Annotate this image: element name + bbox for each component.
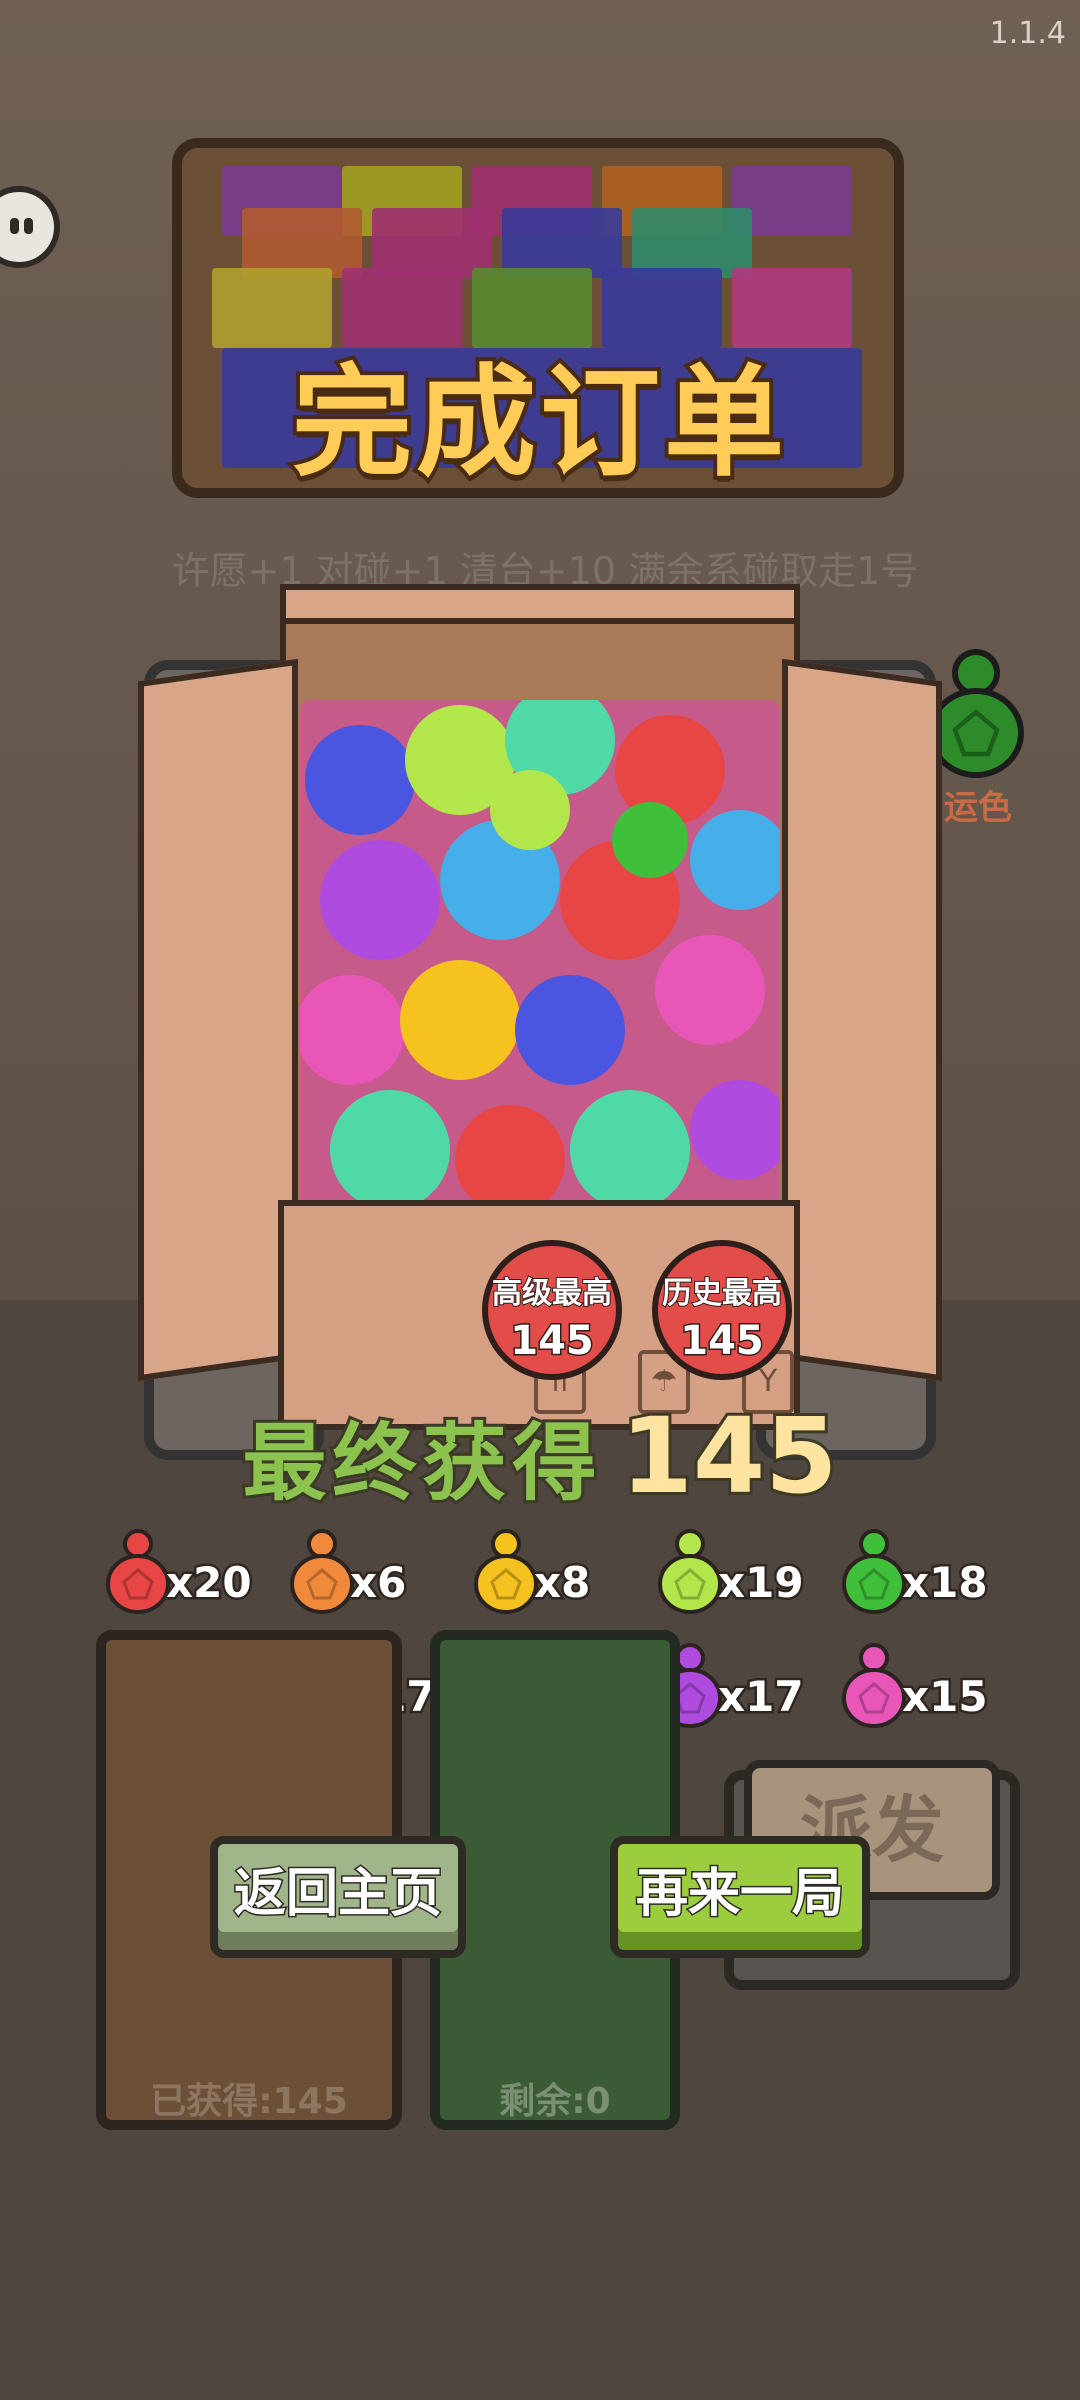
turtle-count-item: x18	[834, 1526, 1014, 1622]
final-result: 最终获得 145	[0, 1392, 1080, 1520]
lucky-color-label: 运色	[944, 788, 1012, 828]
play-again-button[interactable]: 再来一局	[610, 1836, 870, 1958]
turtle-count-value: x17	[716, 1670, 807, 1724]
turtle-count-value: x6	[347, 1556, 408, 1610]
turtle-count-value: x19	[716, 1556, 807, 1610]
box-flap-right	[782, 658, 942, 1382]
box-flap-left	[138, 658, 298, 1382]
turtle-count-value: x18	[900, 1556, 991, 1610]
version-label: 1.1.4	[989, 16, 1066, 51]
turtle-count-item: x15	[834, 1640, 1014, 1736]
turtle-count-item: x19	[650, 1526, 830, 1622]
turtle-count-value: x15	[900, 1670, 991, 1724]
turtle-count-value: x8	[531, 1556, 592, 1610]
order-complete-title: 完成订单	[288, 350, 788, 497]
box-flap-top	[280, 584, 800, 624]
turtle-count-value: x20	[164, 1556, 255, 1610]
turtle-count-item: x8	[466, 1526, 646, 1622]
home-button[interactable]: 返回主页	[210, 1836, 466, 1958]
final-value: 145	[617, 1392, 840, 1520]
history-best-badge: 历史最高 145	[652, 1240, 792, 1380]
collected-count: 已获得:145	[150, 2081, 348, 2122]
turtle-pile	[300, 700, 780, 1220]
advanced-best-badge: 高级最高 145	[482, 1240, 622, 1380]
final-label: 最终获得	[239, 1411, 603, 1515]
turtle-count-item: x20	[98, 1526, 278, 1622]
turtle-count-item: x6	[282, 1526, 462, 1622]
remaining-count: 剩余:0	[499, 2081, 611, 2122]
